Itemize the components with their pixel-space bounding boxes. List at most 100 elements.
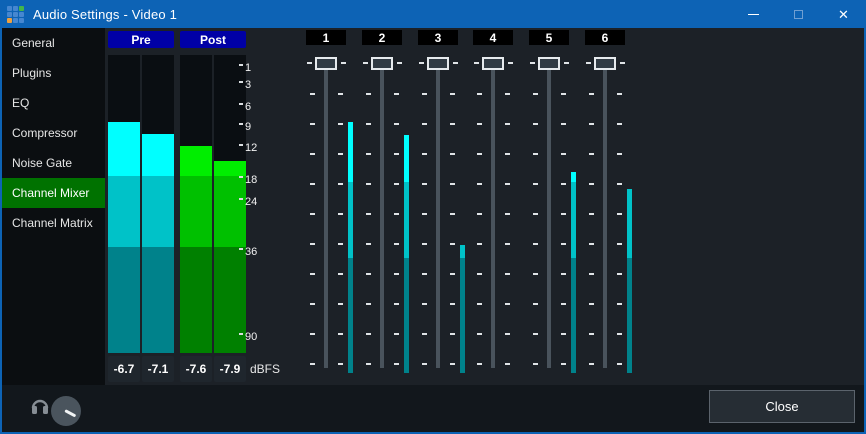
tick-mark [394, 123, 399, 125]
meter-readout: -7.9 [214, 356, 246, 382]
channel-meter-bar-ch6 [627, 189, 632, 373]
fader-handle-ch6[interactable] [594, 57, 616, 70]
channel-meter-bar-ch5 [571, 172, 576, 373]
maximize-button[interactable] [776, 0, 821, 28]
scale-tick-label: 3 [245, 79, 251, 91]
audio-settings-window: Audio Settings - Video 1 ✕ GeneralPlugin… [0, 0, 866, 434]
tick-mark [561, 123, 566, 125]
tick-mark [505, 303, 510, 305]
tick-mark [533, 303, 538, 305]
tick-mark [505, 363, 510, 365]
close-button[interactable]: Close [709, 390, 855, 423]
tick-mark [366, 213, 371, 215]
tick-mark [474, 62, 479, 64]
tick-mark [394, 213, 399, 215]
fader-handle-ch3[interactable] [427, 57, 449, 70]
tick-mark [394, 303, 399, 305]
tick-mark [561, 153, 566, 155]
tick-mark [453, 62, 458, 64]
tick-mark [338, 303, 343, 305]
tick-mark [366, 123, 371, 125]
tick-mark [561, 303, 566, 305]
tick-mark [505, 183, 510, 185]
tick-mark [394, 273, 399, 275]
tick-mark [617, 333, 622, 335]
fader-handle-ch5[interactable] [538, 57, 560, 70]
tick-mark [533, 123, 538, 125]
tick-mark [422, 213, 427, 215]
sidebar-item-eq[interactable]: EQ [2, 88, 105, 118]
tick-mark [561, 183, 566, 185]
tick-mark [366, 153, 371, 155]
tick-mark [338, 333, 343, 335]
close-window-button[interactable]: ✕ [821, 0, 866, 28]
tick-mark [366, 303, 371, 305]
scale-tick-mark [239, 64, 243, 66]
tick-mark [394, 363, 399, 365]
tick-mark [450, 273, 455, 275]
scale-tick-mark [239, 198, 243, 200]
tick-mark [310, 333, 315, 335]
tick-mark [450, 333, 455, 335]
tick-mark [561, 213, 566, 215]
meter-bar-post [214, 55, 246, 353]
channel-meter-bar-ch1 [348, 122, 353, 373]
sidebar-item-general[interactable]: General [2, 28, 105, 58]
fader-track-ch5[interactable] [547, 63, 551, 368]
tick-mark [533, 363, 538, 365]
settings-sidebar: GeneralPluginsEQCompressorNoise GateChan… [2, 28, 105, 385]
scale-tick-label: 90 [245, 331, 257, 343]
tick-mark [508, 62, 513, 64]
scale-tick-label: 24 [245, 196, 257, 208]
titlebar: Audio Settings - Video 1 ✕ [0, 0, 866, 28]
tick-mark [533, 183, 538, 185]
meter-bar-pre [108, 55, 140, 353]
meter-readout: -7.6 [180, 356, 212, 382]
tick-mark [310, 183, 315, 185]
tick-mark [363, 62, 368, 64]
scale-tick-label: 1 [245, 62, 251, 74]
tick-mark [310, 273, 315, 275]
fader-track-ch4[interactable] [491, 63, 495, 368]
tick-mark [617, 363, 622, 365]
fader-track-ch1[interactable] [324, 63, 328, 368]
tick-mark [450, 303, 455, 305]
tick-mark [450, 363, 455, 365]
tick-mark [505, 243, 510, 245]
fader-track-ch3[interactable] [436, 63, 440, 368]
tick-mark [394, 243, 399, 245]
tick-mark [505, 333, 510, 335]
fader-handle-ch1[interactable] [315, 57, 337, 70]
tick-mark [422, 183, 427, 185]
tick-mark [307, 62, 312, 64]
tick-mark [477, 183, 482, 185]
headphones-icon[interactable] [30, 395, 50, 415]
meter-group-label-pre: Pre [108, 31, 174, 48]
channel-meter-bar-ch2 [404, 135, 409, 373]
tick-mark [561, 243, 566, 245]
tick-mark [310, 243, 315, 245]
tick-mark [422, 363, 427, 365]
tick-mark [422, 93, 427, 95]
fader-track-ch6[interactable] [603, 63, 607, 368]
sidebar-item-noise-gate[interactable]: Noise Gate [2, 148, 105, 178]
tick-mark [422, 303, 427, 305]
tick-mark [338, 183, 343, 185]
fader-handle-ch4[interactable] [482, 57, 504, 70]
sidebar-item-channel-mixer[interactable]: Channel Mixer [2, 178, 105, 208]
tick-mark [477, 243, 482, 245]
sidebar-item-plugins[interactable]: Plugins [2, 58, 105, 88]
fader-handle-ch2[interactable] [371, 57, 393, 70]
minimize-button[interactable] [731, 0, 776, 28]
tick-mark [338, 273, 343, 275]
tick-mark [617, 183, 622, 185]
tick-mark [533, 273, 538, 275]
tick-mark [589, 333, 594, 335]
channel-meter-bar-ch3 [460, 245, 465, 373]
sidebar-item-channel-matrix[interactable]: Channel Matrix [2, 208, 105, 238]
tick-mark [617, 303, 622, 305]
tick-mark [561, 363, 566, 365]
meter-bar-post [180, 55, 212, 353]
sidebar-item-compressor[interactable]: Compressor [2, 118, 105, 148]
fader-track-ch2[interactable] [380, 63, 384, 368]
